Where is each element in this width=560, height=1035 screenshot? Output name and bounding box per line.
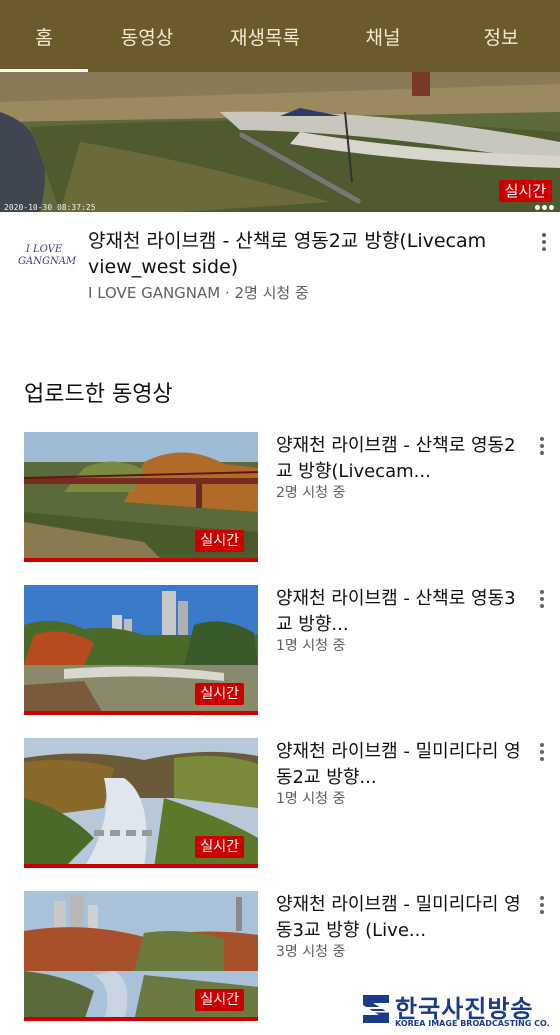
live-progress-bar	[24, 864, 258, 868]
channel-logo-line2: GANGNAM	[18, 256, 77, 267]
live-badge: 실시간	[195, 683, 244, 705]
tab-videos-label: 동영상	[120, 26, 174, 49]
video-list-item[interactable]: 실시간 양재천 라이브캠 - 산책로 영동3교 방향... 1명 시청 중	[0, 585, 560, 715]
live-progress-bar	[24, 1017, 258, 1021]
live-badge: 실시간	[195, 530, 244, 552]
channel-logo-line1: I LOVE	[25, 244, 63, 255]
video-thumbnail[interactable]: 실시간	[24, 585, 258, 715]
video-viewers: 1명 시청 중	[276, 638, 346, 654]
more-options-icon[interactable]	[532, 587, 552, 611]
more-options-icon[interactable]	[534, 230, 554, 254]
video-title[interactable]: 양재천 라이브캠 - 산책로 영동3교 방향...	[276, 586, 524, 638]
video-title[interactable]: 양재천 라이브캠 - 밀미리다리 영동2교 방향...	[276, 739, 524, 791]
video-title[interactable]: 양재천 라이브캠 - 산책로 영동2교 방향(Livecam...	[276, 433, 524, 485]
video-viewers: 1명 시청 중	[276, 791, 346, 807]
channel-tab-bar: 홈 동영상 재생목록 채널 정보	[0, 0, 560, 72]
broadcast-logo-icon	[363, 995, 389, 1023]
tab-channels-label: 채널	[365, 26, 401, 49]
tab-videos[interactable]: 동영상	[88, 0, 206, 72]
video-list-item[interactable]: 실시간 양재천 라이브캠 - 밀미리다리 영동2교 방향... 1명 시청 중	[0, 738, 560, 868]
tab-playlists[interactable]: 재생목록	[206, 0, 324, 72]
video-thumbnail[interactable]: 실시간	[24, 891, 258, 1021]
more-options-icon[interactable]	[532, 434, 552, 458]
featured-video-info[interactable]: I LOVE GANGNAM 양재천 라이브캠 - 산책로 영동2교 방향(Li…	[0, 212, 560, 312]
tab-playlists-label: 재생목록	[230, 26, 300, 49]
live-progress-bar	[24, 558, 258, 562]
featured-video-frame	[0, 72, 560, 212]
section-title-uploads: 업로드한 동영상	[24, 382, 173, 407]
featured-video-title[interactable]: 양재천 라이브캠 - 산책로 영동2교 방향(Livecam view_west…	[88, 228, 508, 280]
camera-status-dots	[535, 205, 554, 210]
live-badge: 실시간	[498, 180, 552, 202]
more-options-icon[interactable]	[532, 893, 552, 917]
live-progress-bar	[24, 711, 258, 715]
watermark-english: KOREA IMAGE BROADCASTING CO.	[395, 1019, 550, 1028]
video-timestamp: 2020-10-30 08:37:25	[4, 203, 96, 212]
video-thumbnail[interactable]: 실시간	[24, 432, 258, 562]
channel-logo[interactable]: I LOVE GANGNAM	[18, 240, 77, 284]
tab-home-label: 홈	[35, 26, 53, 49]
tab-about[interactable]: 정보	[442, 0, 560, 72]
tab-channels[interactable]: 채널	[324, 0, 442, 72]
video-viewers: 3명 시청 중	[276, 944, 346, 960]
video-viewers: 2명 시청 중	[276, 485, 346, 501]
tab-about-label: 정보	[483, 26, 519, 49]
video-title[interactable]: 양재천 라이브캠 - 밀미리다리 영동3교 방향 (Live...	[276, 892, 524, 944]
tab-home[interactable]: 홈	[0, 0, 88, 72]
featured-video-meta: I LOVE GANGNAM · 2명 시청 중	[88, 284, 309, 302]
live-badge: 실시간	[195, 836, 244, 858]
watermark-logo: 한국사진방송 KOREA IMAGE BROADCASTING CO.	[355, 987, 560, 1035]
video-thumbnail[interactable]: 실시간	[24, 738, 258, 868]
video-list-item[interactable]: 실시간 양재천 라이브캠 - 산책로 영동2교 방향(Livecam... 2명…	[0, 432, 560, 562]
live-badge: 실시간	[195, 989, 244, 1011]
featured-video-player[interactable]: 2020-10-30 08:37:25 실시간	[0, 72, 560, 212]
more-options-icon[interactable]	[532, 740, 552, 764]
